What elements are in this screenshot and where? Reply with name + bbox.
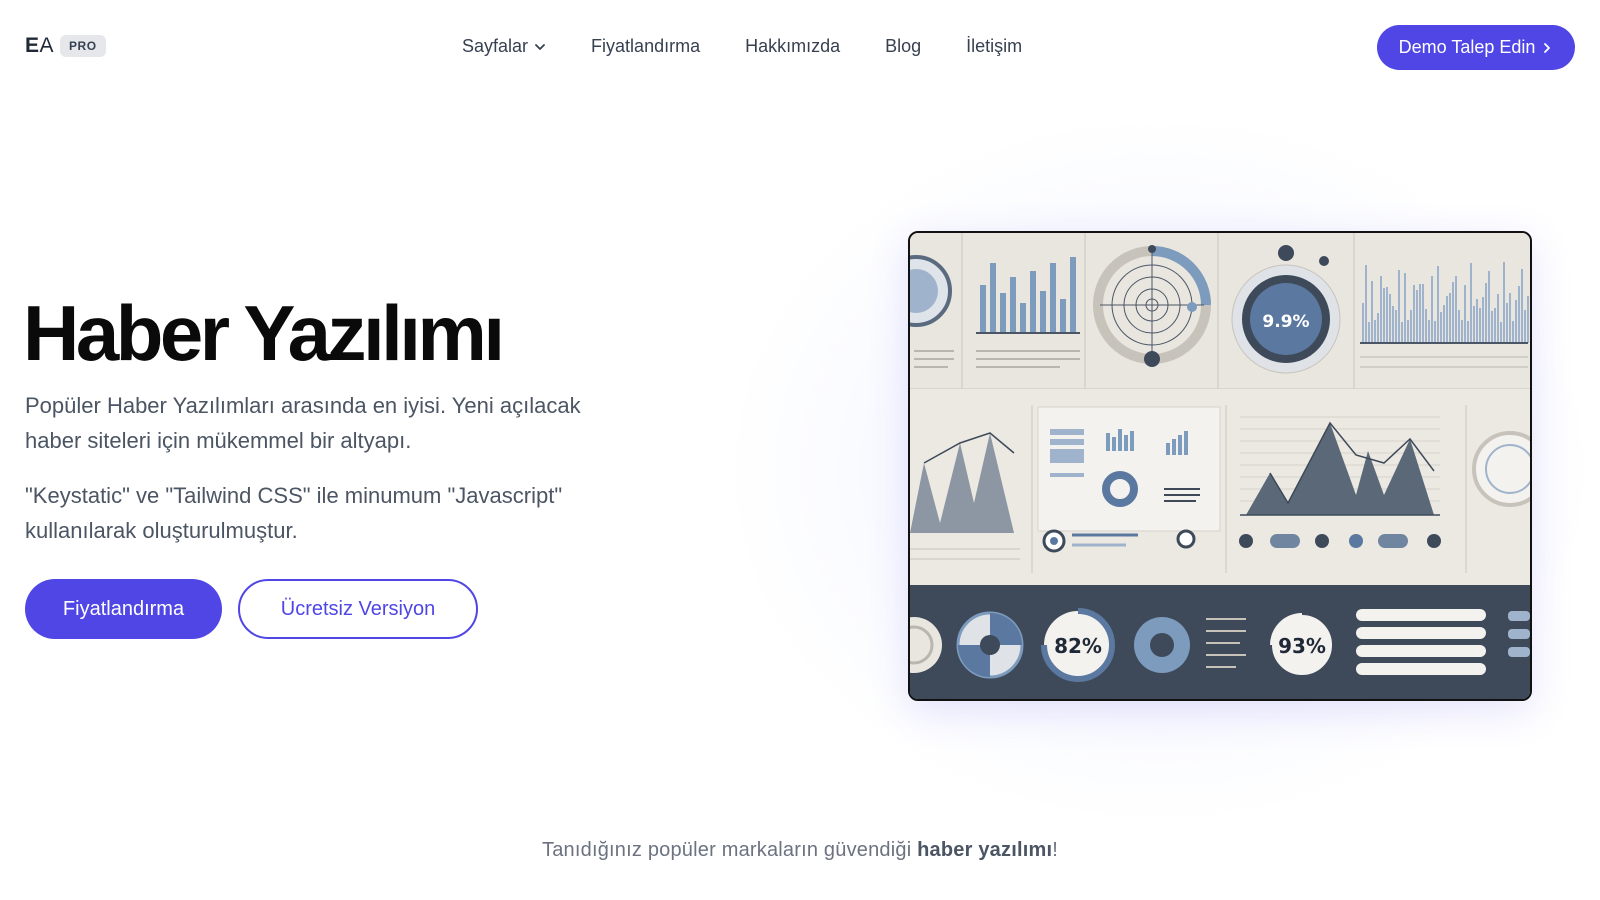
chevron-right-icon <box>1544 42 1551 53</box>
nav-links: Sayfalar Fiyatlandırma Hakkımızda Blog İ… <box>462 36 1022 57</box>
logo[interactable]: EA PRO <box>25 34 106 58</box>
nav-item-hakkimizda[interactable]: Hakkımızda <box>745 36 840 57</box>
nav-item-fiyatlandirma[interactable]: Fiyatlandırma <box>591 36 700 57</box>
free-version-button[interactable]: Ücretsiz Versiyon <box>238 579 478 639</box>
chevron-down-icon <box>535 43 545 50</box>
dashboard-illustration-svg: 9.9% 82% 93% <box>910 233 1530 699</box>
nav-item-blog[interactable]: Blog <box>885 36 921 57</box>
demo-request-button[interactable]: Demo Talep Edin <box>1377 25 1575 70</box>
hero-description: Popüler Haber Yazılımları arasında en iy… <box>25 393 581 453</box>
gauge-readout-2: 82% <box>1054 634 1102 658</box>
top-navigation: EA PRO Sayfalar Fiyatlandırma Hakkımızda… <box>0 0 1600 96</box>
pro-badge: PRO <box>60 35 106 57</box>
gauge-readout-1: 9.9% <box>1262 312 1309 332</box>
pricing-button[interactable]: Fiyatlandırma <box>25 579 222 639</box>
nav-item-sayfalar[interactable]: Sayfalar <box>462 36 546 57</box>
nav-item-iletisim[interactable]: İletişim <box>966 36 1022 57</box>
gauge-readout-3: 93% <box>1278 634 1326 658</box>
trusted-by-text: Tanıdığınız popüler markaların güvendiği… <box>542 839 1058 861</box>
logo-mark: EA <box>25 34 55 57</box>
hero-title: Haber Yazılımı <box>23 289 505 377</box>
hero-tech-note: "Keystatic" ve "Tailwind CSS" ile minumu… <box>25 483 563 543</box>
dashboard-illustration: 9.9% 82% 93% <box>908 231 1532 701</box>
